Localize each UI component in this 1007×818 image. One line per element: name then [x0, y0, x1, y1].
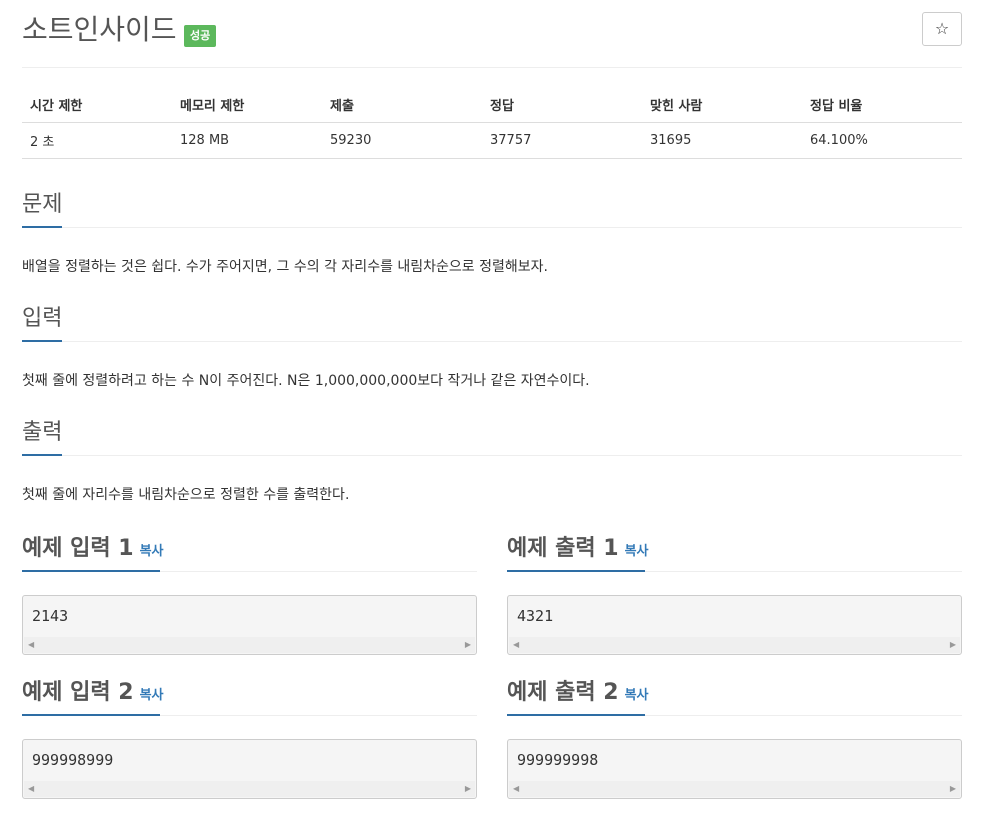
- sample-input-2-code: 999998999: [32, 751, 114, 769]
- scroll-left-icon[interactable]: ◀: [28, 640, 34, 650]
- value-accepted: 37757: [482, 122, 642, 159]
- output-section-header: 출력: [22, 418, 962, 458]
- sample-heading-line: 예제 입력 1 복사: [22, 534, 164, 567]
- favorite-button[interactable]: ☆: [922, 12, 962, 46]
- header-time-limit: 시간 제한: [22, 88, 172, 123]
- output-description: 첫째 줄에 자리수를 내림차순으로 정렬한 수를 출력한다.: [22, 487, 350, 503]
- sample-input-2-box[interactable]: 999998999 ◀ ▶: [22, 739, 477, 799]
- scroll-right-icon[interactable]: ▶: [465, 784, 471, 794]
- heading-underline: [22, 340, 62, 342]
- sample-input-1-code: 2143: [32, 607, 69, 625]
- heading-underline: [22, 226, 62, 228]
- copy-button[interactable]: 복사: [625, 688, 649, 703]
- horizontal-scrollbar[interactable]: ◀ ▶: [509, 637, 960, 653]
- heading-underline: [507, 714, 645, 716]
- section-divider: [22, 455, 962, 456]
- horizontal-scrollbar[interactable]: ◀ ▶: [24, 781, 475, 797]
- sample-output-1-heading: 예제 출력 1: [507, 536, 619, 561]
- value-time-limit: 2 초: [22, 122, 172, 159]
- sample-input-2-header: 예제 입력 2 복사: [22, 678, 477, 718]
- sample-heading-line: 예제 입력 2 복사: [22, 678, 164, 711]
- status-badge: 성공: [184, 25, 217, 47]
- stats-value-row: 2 초 128 MB 59230 37757 31695 64.100%: [22, 122, 962, 159]
- sample-output-1-box[interactable]: 4321 ◀ ▶: [507, 595, 962, 655]
- header-solved-users: 맞힌 사람: [642, 88, 802, 123]
- copy-button[interactable]: 복사: [140, 688, 164, 703]
- sample-output-1-code: 4321: [517, 607, 554, 625]
- title-divider: [22, 67, 962, 68]
- scroll-left-icon[interactable]: ◀: [513, 640, 519, 650]
- sample-input-2-heading: 예제 입력 2: [22, 680, 134, 705]
- sample-output-2-heading: 예제 출력 2: [507, 680, 619, 705]
- copy-button[interactable]: 복사: [625, 544, 649, 559]
- sample-input-1-box[interactable]: 2143 ◀ ▶: [22, 595, 477, 655]
- sample-output-2-box[interactable]: 999999998 ◀ ▶: [507, 739, 962, 799]
- problem-title: 소트인사이드: [22, 13, 177, 46]
- header-accepted: 정답: [482, 88, 642, 123]
- sample-input-1-heading: 예제 입력 1: [22, 536, 134, 561]
- scroll-left-icon[interactable]: ◀: [513, 784, 519, 794]
- stats-header-row: 시간 제한 메모리 제한 제출 정답 맞힌 사람 정답 비율: [22, 88, 962, 123]
- heading-underline: [507, 570, 645, 572]
- input-description: 첫째 줄에 정렬하려고 하는 수 N이 주어진다. N은 1,000,000,0…: [22, 373, 590, 389]
- horizontal-scrollbar[interactable]: ◀ ▶: [24, 637, 475, 653]
- sample-output-2-code: 999999998: [517, 751, 599, 769]
- horizontal-scrollbar[interactable]: ◀ ▶: [509, 781, 960, 797]
- value-submissions: 59230: [322, 122, 482, 159]
- section-divider: [22, 341, 962, 342]
- sample-output-1-header: 예제 출력 1 복사: [507, 534, 962, 574]
- problem-section-header: 문제: [22, 190, 962, 230]
- heading-underline: [22, 454, 62, 456]
- value-memory-limit: 128 MB: [172, 122, 322, 159]
- input-section-header: 입력: [22, 304, 962, 344]
- header-memory-limit: 메모리 제한: [172, 88, 322, 123]
- sample-input-1-header: 예제 입력 1 복사: [22, 534, 477, 574]
- value-solved-users: 31695: [642, 122, 802, 159]
- star-icon: ☆: [934, 19, 950, 38]
- scroll-right-icon[interactable]: ▶: [950, 640, 956, 650]
- sample-heading-line: 예제 출력 1 복사: [507, 534, 649, 567]
- problem-description: 배열을 정렬하는 것은 쉽다. 수가 주어지면, 그 수의 각 자리수를 내림차…: [22, 259, 548, 275]
- scroll-right-icon[interactable]: ▶: [950, 784, 956, 794]
- title-row: 소트인사이드 성공 ☆: [22, 12, 962, 52]
- scroll-right-icon[interactable]: ▶: [465, 640, 471, 650]
- heading-underline: [22, 570, 160, 572]
- problem-info-table: 시간 제한 메모리 제한 제출 정답 맞힌 사람 정답 비율 2 초 128 M…: [22, 88, 962, 159]
- header-accept-ratio: 정답 비율: [802, 88, 962, 123]
- sample-heading-line: 예제 출력 2 복사: [507, 678, 649, 711]
- scroll-left-icon[interactable]: ◀: [28, 784, 34, 794]
- input-heading: 입력: [22, 306, 63, 331]
- problem-heading: 문제: [22, 192, 63, 217]
- section-divider: [22, 227, 962, 228]
- header-submissions: 제출: [322, 88, 482, 123]
- output-heading: 출력: [22, 420, 63, 445]
- heading-underline: [22, 714, 160, 716]
- value-accept-ratio: 64.100%: [802, 122, 962, 159]
- sample-output-2-header: 예제 출력 2 복사: [507, 678, 962, 718]
- copy-button[interactable]: 복사: [140, 544, 164, 559]
